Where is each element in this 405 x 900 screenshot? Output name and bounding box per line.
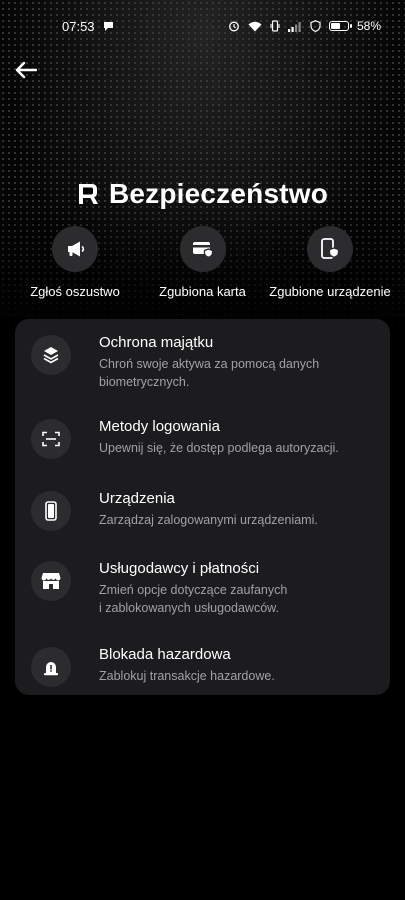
- alarm-icon: [228, 20, 240, 32]
- list-item-merchants-payments[interactable]: Usługodawcy i płatności Zmień opcje doty…: [15, 559, 390, 645]
- item-description: Upewnij się, że dostęp podlega autoryzac…: [99, 441, 339, 455]
- report-fraud-label: Zgłoś oszustwo: [30, 284, 120, 299]
- lost-card-label: Zgubiona karta: [159, 284, 246, 299]
- status-time: 07:53: [62, 18, 95, 34]
- lost-device-label: Zgubione urządzenie: [269, 284, 391, 299]
- item-title: Usługodawcy i płatności: [99, 560, 260, 577]
- list-item-gambling-block[interactable]: Blokada hazardowa Zablokuj transakcje ha…: [15, 645, 390, 705]
- item-title: Urządzenia: [99, 490, 175, 507]
- security-settings-list: Ochrona majątku Chroń swoje aktywa za po…: [15, 319, 390, 695]
- megaphone-icon: [52, 226, 98, 272]
- item-description: Zarządzaj zalogowanymi urządzeniami.: [99, 513, 318, 527]
- vibrate-icon: [270, 20, 280, 32]
- layers-icon: [31, 335, 71, 375]
- page-title: Bezpieczeństwo: [108, 178, 329, 209]
- revolut-logo-icon: [77, 182, 99, 206]
- alert-siren-icon: [31, 647, 71, 687]
- back-button[interactable]: [12, 56, 40, 84]
- scan-icon: [31, 419, 71, 459]
- item-title: Blokada hazardowa: [99, 646, 231, 663]
- quick-actions: Zgłoś oszustwo Zgubiona karta Zgubione u…: [0, 226, 405, 299]
- item-description: Zmień opcje dotyczące zaufanych: [99, 583, 288, 597]
- card-shield-icon: [179, 226, 226, 272]
- battery-icon: [328, 21, 352, 31]
- status-bar: 07:53 58%: [0, 0, 405, 52]
- wifi-icon: [248, 21, 262, 32]
- item-title: Ochrona majątku: [99, 334, 214, 351]
- phone-icon: [31, 491, 71, 531]
- item-description: i zablokowanych usługodawców.: [99, 601, 279, 615]
- signal-icon: [287, 21, 302, 32]
- lost-device-button[interactable]: Zgubione urządzenie: [269, 226, 391, 299]
- list-item-asset-protection[interactable]: Ochrona majątku Chroń swoje aktywa za po…: [15, 333, 390, 417]
- item-title: Metody logowania: [99, 418, 220, 435]
- notification-icon: [103, 21, 114, 32]
- page-header: Bezpieczeństwo: [0, 178, 405, 210]
- phone-shield-icon: [307, 226, 353, 272]
- list-item-devices[interactable]: Urządzenia Zarządzaj zalogowanymi urządz…: [15, 489, 390, 559]
- shield-icon: [310, 20, 321, 32]
- list-item-login-methods[interactable]: Metody logowania Upewnij się, że dostęp …: [15, 417, 390, 489]
- arrow-left-icon: [15, 61, 37, 79]
- report-fraud-button[interactable]: Zgłoś oszustwo: [14, 226, 136, 299]
- battery-percent: 58%: [356, 19, 381, 33]
- lost-card-button[interactable]: Zgubiona karta: [142, 226, 264, 299]
- item-description: Zablokuj transakcje hazardowe.: [99, 669, 275, 683]
- item-description: Chroń swoje aktywa za pomocą danych: [99, 357, 320, 371]
- item-description: biometrycznych.: [99, 375, 190, 389]
- store-icon: [31, 561, 71, 601]
